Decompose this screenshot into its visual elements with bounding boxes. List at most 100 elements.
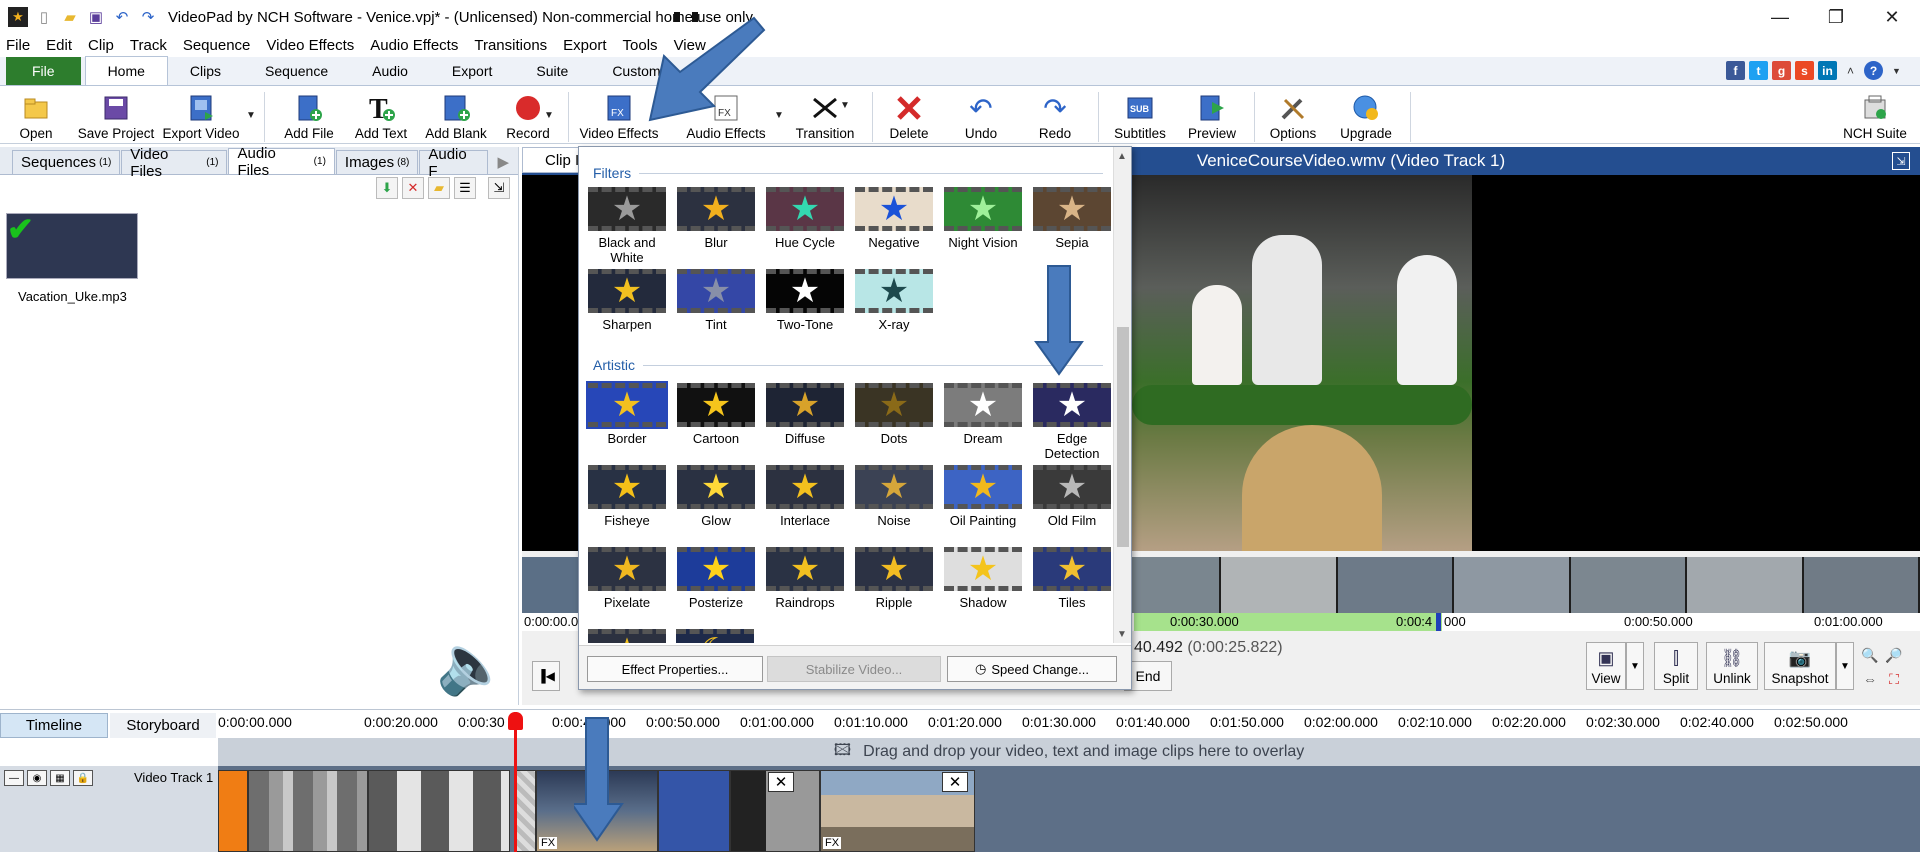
add-text-button[interactable]: T Add Text xyxy=(350,86,412,144)
save-project-button[interactable]: Save Project xyxy=(74,86,158,144)
effect-item-ripple[interactable]: ★ Ripple xyxy=(852,547,936,610)
tab-clips[interactable]: Clips xyxy=(168,57,243,85)
fullscreen-icon[interactable]: ⛶ xyxy=(1884,669,1904,689)
list-view-icon[interactable]: ☰ xyxy=(454,177,476,199)
timeline-clip[interactable] xyxy=(658,770,730,852)
effect-item-tint[interactable]: ★ Tint xyxy=(674,269,758,332)
menu-sequence[interactable]: Sequence xyxy=(183,37,251,54)
timeline-clip[interactable] xyxy=(514,770,536,852)
open-button[interactable]: Open xyxy=(14,86,58,144)
menu-audio-effects[interactable]: Audio Effects xyxy=(370,37,458,54)
effect-item-edge-detection[interactable]: ★ Edge Detection xyxy=(1030,383,1114,461)
tab-suite[interactable]: Suite xyxy=(514,57,590,85)
effect-item-partial[interactable]: ★ xyxy=(585,629,669,643)
tab-audio-files-2[interactable]: Audio F xyxy=(419,146,489,180)
effect-item-negative[interactable]: ★ Negative xyxy=(852,187,936,250)
effect-item-sharpen[interactable]: ★ Sharpen xyxy=(585,269,669,332)
effect-item-sepia[interactable]: ★ Sepia xyxy=(1030,187,1114,250)
close-button[interactable]: ✕ xyxy=(1864,0,1920,34)
menu-export[interactable]: Export xyxy=(563,37,606,54)
effect-item-shadow[interactable]: ★ Shadow xyxy=(941,547,1025,610)
audio-effects-dropdown-icon[interactable]: ▼ xyxy=(774,110,784,121)
blend-icon[interactable]: ▦ xyxy=(50,770,70,786)
speaker-icon[interactable]: 🔈 xyxy=(436,631,508,699)
export-video-dropdown-icon[interactable]: ▼ xyxy=(246,110,256,121)
overlay-track[interactable]: 🖾 Drag and drop your video, text and ima… xyxy=(218,738,1920,766)
help-icon[interactable]: ? xyxy=(1864,61,1883,80)
new-folder-icon[interactable]: ▰ xyxy=(428,177,450,199)
tab-sequences[interactable]: Sequences (1) xyxy=(12,150,121,174)
tab-video-files[interactable]: Video Files (1) xyxy=(121,146,228,180)
effect-item-x-ray[interactable]: ★ X-ray xyxy=(852,269,936,332)
undock-panel-icon[interactable]: ⇲ xyxy=(488,177,510,199)
effect-item-tiles[interactable]: ★ Tiles xyxy=(1030,547,1114,610)
eye-icon[interactable]: ◉ xyxy=(27,770,47,786)
subtitles-button[interactable]: SUB Subtitles xyxy=(1108,86,1172,144)
effect-item-pixelate[interactable]: ★ Pixelate xyxy=(585,547,669,610)
facebook-icon[interactable]: f xyxy=(1726,61,1745,80)
tab-timeline[interactable]: Timeline xyxy=(0,713,108,738)
menu-clip[interactable]: Clip xyxy=(88,37,114,54)
tabs-scroll-right[interactable]: ▶ xyxy=(489,150,518,174)
export-video-button[interactable]: Export Video xyxy=(162,86,240,144)
zoom-in-icon[interactable]: 🔎 xyxy=(1884,645,1904,665)
tab-home[interactable]: Home xyxy=(84,56,168,85)
menu-video-effects[interactable]: Video Effects xyxy=(266,37,354,54)
view-dropdown-button[interactable]: ▼ xyxy=(1626,642,1644,690)
menu-transitions[interactable]: Transitions xyxy=(474,37,547,54)
tab-file[interactable]: File xyxy=(6,57,81,85)
effects-scrollbar[interactable]: ▲ ▼ xyxy=(1113,147,1131,643)
maximize-button[interactable]: ❐ xyxy=(1808,0,1864,34)
timeline-clip[interactable] xyxy=(248,770,368,852)
effect-item-raindrops[interactable]: ★ Raindrops xyxy=(763,547,847,610)
scroll-up-icon[interactable]: ▲ xyxy=(1117,151,1127,162)
tab-audio-files[interactable]: Audio Files (1) xyxy=(228,145,335,179)
transition-icon[interactable]: ✕ xyxy=(942,772,968,792)
tab-storyboard[interactable]: Storyboard xyxy=(110,713,216,738)
save-icon[interactable]: ▣ xyxy=(86,7,106,27)
effect-item-interlace[interactable]: ★ Interlace xyxy=(763,465,847,528)
stumbleupon-icon[interactable]: s xyxy=(1795,61,1814,80)
lock-icon[interactable]: 🔒 xyxy=(73,770,93,786)
timeline-clip[interactable] xyxy=(368,770,510,852)
split-button[interactable]: ⫿ Split xyxy=(1654,642,1698,690)
snapshot-dropdown-button[interactable]: ▼ xyxy=(1836,642,1854,690)
effect-properties-button[interactable]: Effect Properties... xyxy=(587,656,763,682)
effect-item-night-vision[interactable]: ★ Night Vision xyxy=(941,187,1025,250)
add-file-button[interactable]: Add File xyxy=(282,86,336,144)
undock-preview-icon[interactable]: ⇲ xyxy=(1892,152,1910,170)
clip-position-marker[interactable] xyxy=(1436,613,1441,631)
effect-item-partial[interactable]: ☾ xyxy=(673,629,757,643)
transition-dropdown-icon[interactable]: ▼ xyxy=(840,100,850,111)
effect-item-glow[interactable]: ★ Glow xyxy=(674,465,758,528)
remove-icon[interactable]: ✕ xyxy=(402,177,424,199)
effect-item-posterize[interactable]: ★ Posterize xyxy=(674,547,758,610)
effect-item-diffuse[interactable]: ★ Diffuse xyxy=(763,383,847,446)
speed-change-button[interactable]: ◷ Speed Change... xyxy=(947,656,1117,682)
go-to-start-button[interactable]: ▐◀ xyxy=(532,661,560,691)
effect-item-fisheye[interactable]: ★ Fisheye xyxy=(585,465,669,528)
collapse-track-icon[interactable]: — xyxy=(4,770,24,786)
effect-item-oil-painting[interactable]: ★ Oil Painting xyxy=(941,465,1025,528)
playhead-handle[interactable] xyxy=(508,712,523,730)
menu-file[interactable]: File xyxy=(6,37,30,54)
stabilize-video-button[interactable]: Stabilize Video... xyxy=(767,656,941,682)
scrollbar-thumb[interactable] xyxy=(1117,327,1129,547)
options-button[interactable]: Options xyxy=(1264,86,1322,144)
help-dropdown-icon[interactable]: ▼ xyxy=(1887,61,1906,80)
effect-item-border[interactable]: ★ Border xyxy=(585,381,669,446)
unlink-button[interactable]: ⛓ Unlink xyxy=(1706,642,1758,690)
effect-item-noise[interactable]: ★ Noise xyxy=(852,465,936,528)
timeline-clip[interactable] xyxy=(218,770,248,852)
effect-item-black-and-white[interactable]: ★ Black and White xyxy=(585,187,669,265)
effect-item-dream[interactable]: ★ Dream xyxy=(941,383,1025,446)
tab-audio[interactable]: Audio xyxy=(350,57,430,85)
linkedin-icon[interactable]: in xyxy=(1818,61,1837,80)
transition-icon[interactable]: ✕ xyxy=(768,772,794,792)
record-dropdown-icon[interactable]: ▼ xyxy=(544,110,554,121)
effect-item-hue-cycle[interactable]: ★ Hue Cycle xyxy=(763,187,847,250)
effect-item-two-tone[interactable]: ★ Two-Tone xyxy=(763,269,847,332)
delete-button[interactable]: Delete xyxy=(884,86,934,144)
snapshot-button[interactable]: 📷 Snapshot xyxy=(1764,642,1836,690)
timeline-ruler[interactable]: 0:00:00.0000:00:20.0000:00:300:00:40.000… xyxy=(218,710,1918,739)
